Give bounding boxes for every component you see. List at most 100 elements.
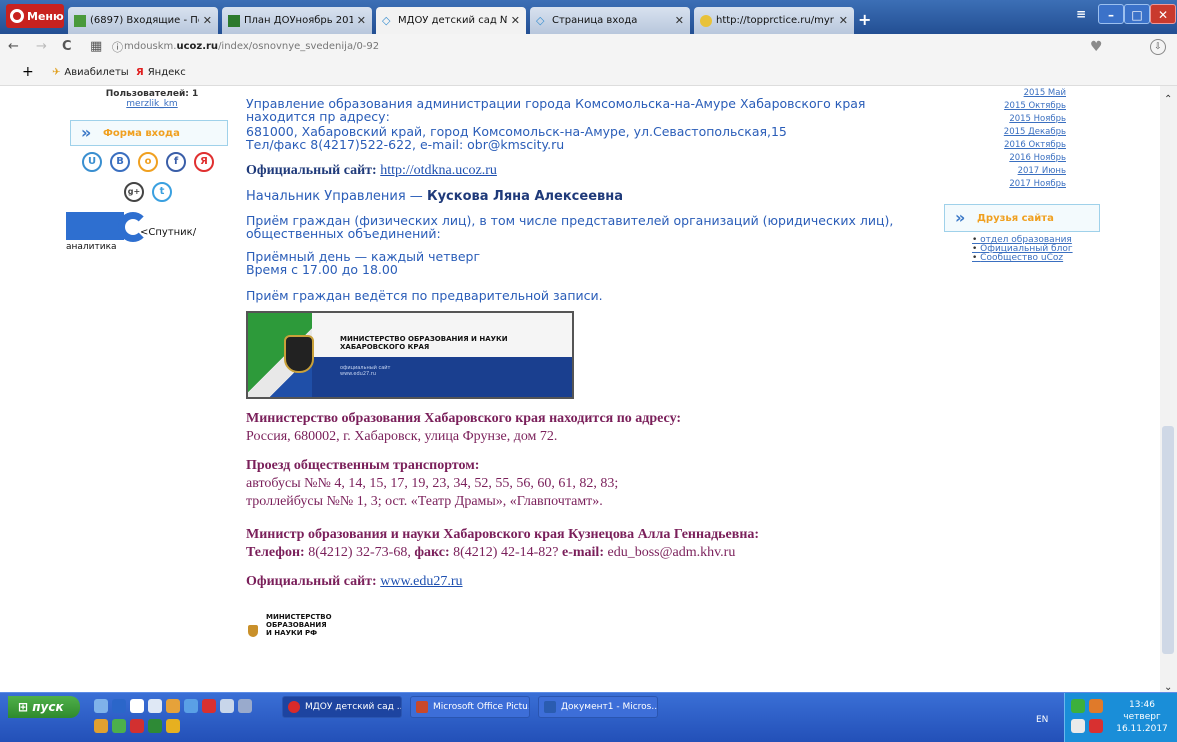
close-tab-icon[interactable]: ✕ (203, 14, 212, 27)
quicklaunch-icon[interactable] (202, 699, 216, 713)
quicklaunch-icon[interactable] (112, 719, 126, 733)
tray-icon[interactable] (1071, 719, 1085, 733)
transport-label: Проезд общественным транспортом: (246, 458, 480, 473)
friend-link[interactable]: Сообщество uCoz (972, 254, 1073, 263)
archive-item[interactable]: 2016 Октябрь (946, 140, 1066, 150)
user-link[interactable]: merzlik_km (126, 99, 177, 109)
quicklaunch-icon[interactable] (166, 699, 180, 713)
sputnik-analytics-widget[interactable]: <Спутник/ аналитика (66, 212, 206, 252)
archive-item[interactable]: 2015 Октябрь (946, 101, 1066, 111)
forward-icon[interactable]: → (36, 39, 47, 54)
url-field[interactable]: mdouskm.ucoz.ru/index/osnovnye_svedenija… (124, 38, 1114, 56)
office-picture-icon (416, 701, 428, 713)
bookmarks-bar: + ✈ Авиабилеты Я Яндекс (0, 60, 1177, 86)
login-form-header[interactable]: » Форма входа (70, 120, 228, 146)
close-tab-icon[interactable]: ✕ (675, 14, 684, 27)
speed-dial-icon[interactable]: ▦ (90, 39, 102, 54)
friends-header[interactable]: » Друзья сайта (944, 204, 1100, 232)
quicklaunch-icon[interactable] (94, 719, 108, 733)
tray-icon[interactable] (1089, 719, 1103, 733)
add-bookmark-icon[interactable]: + (22, 64, 34, 80)
reception-time: Время с 17.00 до 18.00 (246, 262, 398, 277)
site-info-icon[interactable]: ⓘ (112, 39, 123, 55)
vk-login-icon[interactable]: B (110, 152, 130, 172)
bus-routes: автобусы №№ 4, 14, 15, 17, 19, 23, 34, 5… (246, 476, 619, 491)
quicklaunch-icon[interactable] (238, 699, 252, 713)
odnoklassniki-login-icon[interactable]: о (138, 152, 158, 172)
vertical-scrollbar[interactable]: ⌃ ⌄ (1160, 86, 1177, 698)
bookmark-aviabilety[interactable]: ✈ Авиабилеты (52, 67, 129, 78)
scrollbar-thumb[interactable] (1162, 426, 1174, 654)
quicklaunch-icon[interactable] (166, 719, 180, 733)
ministry-site-link[interactable]: www.edu27.ru (380, 574, 462, 589)
archive-item[interactable]: 2015 Май (946, 88, 1066, 98)
double-arrow-icon: » (955, 208, 966, 227)
close-tab-icon[interactable]: ✕ (357, 14, 366, 27)
tab-mdou-active[interactable]: ◇ МДОУ детский сад №8 ✕ (376, 7, 526, 34)
appointment-note: Приём граждан ведётся по предварительной… (246, 288, 603, 303)
ministry-banner-image[interactable]: МИНИСТЕРСТВО ОБРАЗОВАНИЯ И НАУКИ ХАБАРОВ… (246, 311, 574, 399)
ucoz-login-icon[interactable]: U (82, 152, 102, 172)
official-site-link[interactable]: http://otdkna.ucoz.ru (380, 163, 497, 178)
minister-contacts: Телефон: 8(4212) 32-73-68, факс: 8(4212)… (246, 545, 736, 560)
yandex-icon: Я (136, 67, 144, 78)
back-icon[interactable]: ← (8, 39, 19, 54)
tab-topprctice[interactable]: http://topprctice.ru/myr ✕ (694, 7, 854, 34)
archive-item[interactable]: 2017 Ноябрь (946, 179, 1066, 189)
doc-favicon-icon (228, 14, 240, 27)
start-button[interactable]: ⊞ пуск (8, 696, 80, 718)
quicklaunch-icon[interactable] (112, 699, 126, 713)
tab-mail[interactable]: (6897) Входящие - Почта ✕ (68, 7, 218, 34)
new-tab-button[interactable]: + (858, 10, 871, 29)
ministry-address-label: Министерство образования Хабаровского кр… (246, 411, 682, 426)
tray-icon[interactable] (1089, 699, 1103, 713)
minimize-button[interactable]: – (1098, 4, 1124, 24)
taskbar-window-picture-manager[interactable]: Microsoft Office Pictu... (410, 696, 530, 718)
ministry-rf-logo-text: МИНИСТЕРСТВО ОБРАЗОВАНИЯ И НАУКИ РФ (266, 613, 332, 637)
maximize-button[interactable]: □ (1124, 4, 1150, 24)
head-row: Начальник Управления — Кускова Ляна Алек… (246, 189, 624, 204)
bookmark-heart-icon[interactable]: ♥ (1090, 39, 1103, 55)
google-plus-login-icon[interactable]: g+ (124, 182, 144, 202)
language-indicator[interactable]: EN (1036, 715, 1048, 725)
taskbar-window-opera[interactable]: МДОУ детский сад ... (282, 696, 402, 718)
ministry-rf-logo[interactable]: МИНИСТЕРСТВО ОБРАЗОВАНИЯ И НАУКИ РФ (248, 613, 358, 647)
ministry-site-row: Официальный сайт: www.edu27.ru (246, 574, 463, 589)
archive-item[interactable]: 2015 Ноябрь (946, 114, 1066, 124)
facebook-login-icon[interactable]: f (166, 152, 186, 172)
quicklaunch-icon[interactable] (130, 719, 144, 733)
download-icon[interactable]: ⇩ (1150, 39, 1166, 55)
twitter-login-icon[interactable]: t (152, 182, 172, 202)
taskbar-window-word[interactable]: Документ1 - Micros... (538, 696, 658, 718)
quicklaunch-icon[interactable] (130, 699, 144, 713)
archive-item[interactable]: 2017 Июнь (946, 166, 1066, 176)
close-tab-icon[interactable]: ✕ (511, 14, 520, 27)
head-name: Кускова Ляна Алексеевна (426, 189, 624, 204)
tab-menu-icon[interactable]: ≡ (1068, 4, 1094, 24)
clock[interactable]: 13:46 четверг 16.11.2017 (1112, 699, 1172, 735)
quicklaunch-icon[interactable] (220, 699, 234, 713)
opera-menu-button[interactable]: Меню (6, 4, 64, 28)
dept-line-2: находится пр адресу: (246, 109, 390, 124)
banner-subtitle: официальный сайт www.edu27.ru (340, 365, 391, 377)
users-count-label: Пользователей: 1 (105, 89, 199, 99)
bookmark-yandex[interactable]: Я Яндекс (136, 67, 186, 78)
archive-item[interactable]: 2015 Декабрь (946, 127, 1066, 137)
banner-title: МИНИСТЕРСТВО ОБРАЗОВАНИЯ И НАУКИ ХАБАРОВ… (340, 335, 508, 351)
quicklaunch-icon[interactable] (148, 719, 162, 733)
tray-icon[interactable] (1071, 699, 1085, 713)
yandex-login-icon[interactable]: Я (194, 152, 214, 172)
close-tab-icon[interactable]: ✕ (839, 14, 848, 27)
ministry-address: Россия, 680002, г. Хабаровск, улица Фрун… (246, 429, 558, 444)
users-online: Пользователей: 1 merzlik_km (102, 89, 202, 109)
quicklaunch-icon[interactable] (148, 699, 162, 713)
mail-favicon-icon (74, 14, 86, 27)
tab-plan-doc[interactable]: План ДОУноябрь 2017.d ✕ (222, 7, 372, 34)
close-window-button[interactable]: ✕ (1150, 4, 1176, 24)
tab-login-page[interactable]: ◇ Страница входа ✕ (530, 7, 690, 34)
quicklaunch-icon[interactable] (184, 699, 198, 713)
archive-item[interactable]: 2016 Ноябрь (946, 153, 1066, 163)
scroll-up-icon[interactable]: ⌃ (1164, 94, 1172, 105)
reload-icon[interactable]: C (62, 39, 72, 54)
quicklaunch-icon[interactable] (94, 699, 108, 713)
